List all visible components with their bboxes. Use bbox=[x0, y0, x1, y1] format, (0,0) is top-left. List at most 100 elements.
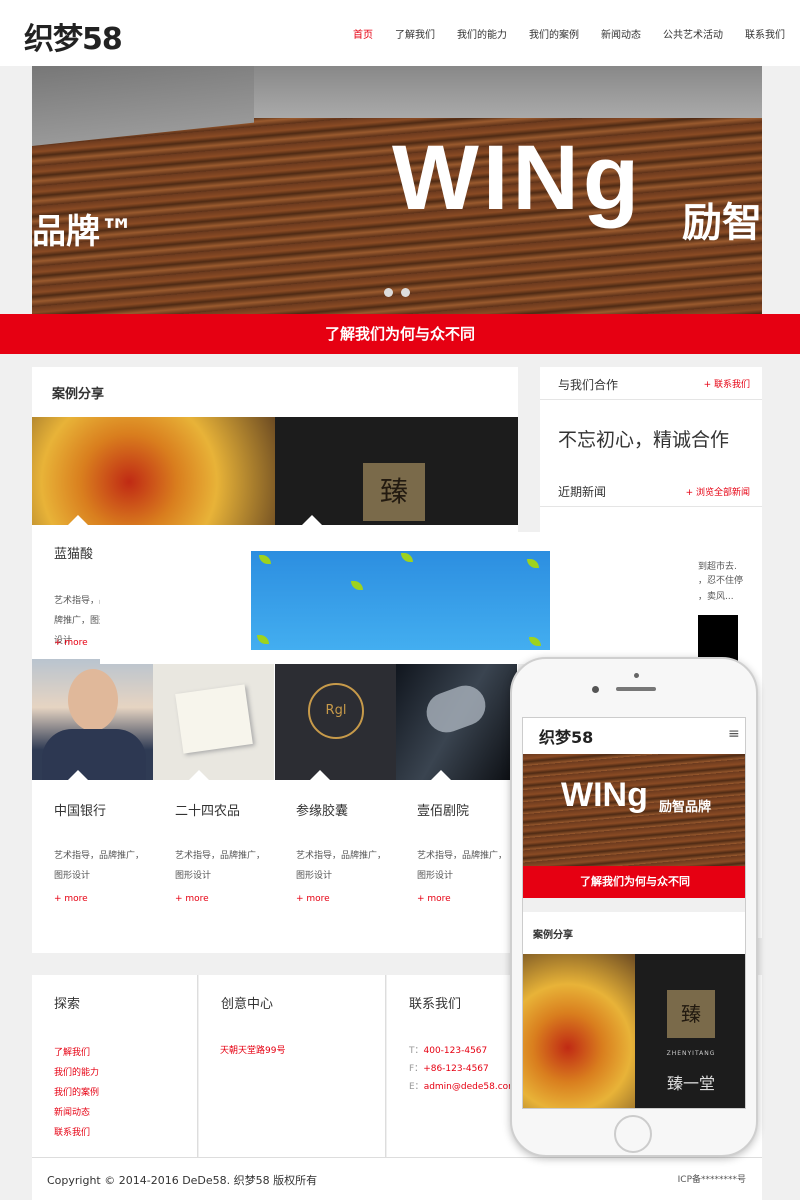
phone-camera bbox=[592, 686, 599, 693]
nav-news[interactable]: 新闻动态 bbox=[590, 26, 652, 41]
rgl-logo: Rgl bbox=[308, 683, 364, 739]
news-text-fragment: 到超市去. bbox=[698, 562, 737, 572]
case-name[interactable]: 中国银行 bbox=[54, 800, 106, 819]
case-desc: 艺术指导，品牌推广，图形设计 bbox=[417, 851, 508, 881]
banner-brand-left: 品牌™ bbox=[32, 212, 134, 252]
case-name[interactable]: 壹佰剧院 bbox=[417, 800, 469, 819]
phone-mockup: 织梦58 ≡ WINg 励智品牌 了解我们为何与众不同 案例分享 臻 ZHENY… bbox=[510, 657, 758, 1157]
nav-capabilities[interactable]: 我们的能力 bbox=[446, 26, 518, 41]
footer-email: E：admin@dede58.com bbox=[409, 1079, 517, 1092]
cooperate-title: 与我们合作 bbox=[558, 378, 619, 392]
news-text-fragment: ，卖风... bbox=[698, 592, 734, 602]
news-header: 近期新闻 + 浏览全部新闻 bbox=[540, 475, 762, 507]
case-image-yibai[interactable] bbox=[396, 659, 517, 780]
ad-popup bbox=[100, 532, 698, 664]
case-desc: 艺术指导，品牌推广，图形设计 bbox=[296, 851, 387, 881]
footer-explore-title: 探索 bbox=[54, 997, 81, 1012]
footer-address: 天朝天堂路99号 bbox=[220, 1046, 286, 1056]
portrait-face bbox=[68, 669, 118, 731]
mobile-logo[interactable]: 织梦58 bbox=[539, 724, 593, 748]
site-header: 织梦58 首页 了解我们 我们的能力 我们的案例 新闻动态 公共艺术活动 联系我… bbox=[0, 0, 800, 66]
mobile-banner[interactable]: WINg 励智品牌 bbox=[523, 754, 745, 866]
home-button bbox=[614, 1115, 652, 1153]
main-nav: 首页 了解我们 我们的能力 我们的案例 新闻动态 公共艺术活动 联系我们 bbox=[342, 26, 796, 41]
hero-banner[interactable]: 品牌™ WINg 励智 bbox=[32, 66, 762, 314]
case-image-boc[interactable] bbox=[32, 659, 153, 780]
footer-link-cases[interactable]: 我们的案例 bbox=[54, 1085, 99, 1098]
case-image-lanmao[interactable] bbox=[32, 417, 275, 525]
case-desc: 艺术指导，品牌推广，图形设计 bbox=[175, 851, 266, 881]
nav-public-art[interactable]: 公共艺术活动 bbox=[652, 26, 734, 41]
phone-sensor bbox=[634, 673, 639, 678]
seal-logo: 臻 bbox=[363, 463, 425, 521]
footer-fax: F：+86-123-4567 bbox=[409, 1061, 489, 1074]
icp-number[interactable]: ICP备********号 bbox=[678, 1172, 746, 1185]
email-value[interactable]: admin@dede58.com bbox=[424, 1082, 517, 1092]
slider-dots bbox=[384, 288, 410, 297]
banner-ceiling bbox=[32, 66, 254, 146]
footer-link-news[interactable]: 新闻动态 bbox=[54, 1105, 90, 1118]
footer-link-about[interactable]: 了解我们 bbox=[54, 1045, 90, 1058]
leaf-decoration bbox=[401, 553, 413, 562]
tile-notch bbox=[302, 515, 322, 525]
menu-icon[interactable]: ≡ bbox=[728, 726, 740, 742]
cases-title: 案例分享 bbox=[52, 387, 105, 402]
footer-creative-center: 创意中心 天朝天堂路99号 bbox=[199, 975, 386, 1157]
nav-about[interactable]: 了解我们 bbox=[384, 26, 446, 41]
tile-notch bbox=[68, 515, 88, 525]
case-more-link[interactable]: + more bbox=[54, 894, 88, 904]
footer-link-capabilities[interactable]: 我们的能力 bbox=[54, 1065, 99, 1078]
fax-value: +86-123-4567 bbox=[423, 1064, 489, 1074]
slider-dot-2[interactable] bbox=[401, 288, 410, 297]
mobile-banner-headline: WINg bbox=[561, 776, 648, 814]
tile-notch bbox=[189, 770, 209, 780]
leaf-decoration bbox=[351, 581, 363, 590]
ad-banner-image[interactable] bbox=[251, 551, 550, 650]
footer-explore: 探索 了解我们 我们的能力 我们的案例 新闻动态 联系我们 bbox=[32, 975, 198, 1157]
case-more-link[interactable]: + more bbox=[54, 638, 88, 648]
banner-headline: WINg bbox=[392, 127, 644, 229]
slider-dot-1[interactable] bbox=[384, 288, 393, 297]
leaf-decoration bbox=[257, 635, 269, 644]
mobile-banner-brand: 励智品牌 bbox=[659, 800, 712, 815]
case-name[interactable]: 蓝猫酸 bbox=[54, 543, 93, 562]
mobile-cases-title: 案例分享 bbox=[533, 930, 573, 941]
case-more-link[interactable]: + more bbox=[296, 894, 330, 904]
contact-us-link[interactable]: + 联系我们 bbox=[704, 377, 750, 390]
case-image-24nongpin[interactable] bbox=[153, 659, 274, 780]
slogan: 不忘初心，精诚合作 bbox=[558, 429, 730, 451]
footer-creative-title: 创意中心 bbox=[221, 997, 274, 1012]
book-mockup bbox=[175, 684, 253, 754]
mobile-seal-cn: 臻一堂 bbox=[666, 1074, 715, 1093]
case-image-zhenyitang[interactable]: 臻 bbox=[275, 417, 518, 525]
case-name[interactable]: 参缘胶囊 bbox=[296, 800, 348, 819]
site-logo[interactable]: 织梦58 bbox=[24, 14, 123, 58]
tel-value: 400-123-4567 bbox=[423, 1046, 488, 1056]
all-news-link[interactable]: + 浏览全部新闻 bbox=[686, 485, 750, 498]
footer-link-contact[interactable]: 联系我们 bbox=[54, 1125, 90, 1138]
phone-speaker bbox=[616, 687, 656, 691]
case-name[interactable]: 二十四农品 bbox=[175, 800, 240, 819]
cooperate-panel: 与我们合作 + 联系我们 不忘初心，精诚合作 bbox=[540, 367, 762, 475]
phone-screen: 织梦58 ≡ WINg 励智品牌 了解我们为何与众不同 案例分享 臻 ZHENY… bbox=[522, 717, 746, 1109]
tel-label: T： bbox=[409, 1046, 424, 1056]
case-desc: 艺术指导，品牌推广，图形设计 bbox=[54, 851, 145, 881]
tile-notch bbox=[68, 770, 88, 780]
mobile-about-bar[interactable]: 了解我们为何与众不同 bbox=[523, 866, 745, 898]
case-more-link[interactable]: + more bbox=[417, 894, 451, 904]
nav-home[interactable]: 首页 bbox=[342, 26, 384, 41]
mobile-seal-en: ZHENYITANG bbox=[666, 1050, 716, 1057]
case-more-link[interactable]: + more bbox=[175, 894, 209, 904]
leaf-decoration bbox=[529, 637, 541, 646]
about-banner-bar[interactable]: 了解我们为何与众不同 bbox=[0, 314, 800, 354]
nav-cases[interactable]: 我们的案例 bbox=[518, 26, 590, 41]
mobile-case-image-zhenyitang[interactable]: 臻 ZHENYITANG 臻一堂 bbox=[635, 954, 745, 1108]
fax-label: F： bbox=[409, 1064, 424, 1074]
case-image-shenyuan[interactable]: Rgl bbox=[275, 659, 396, 780]
email-label: E： bbox=[409, 1082, 424, 1092]
nav-contact[interactable]: 联系我们 bbox=[734, 26, 796, 41]
news-title: 近期新闻 bbox=[558, 485, 607, 499]
mobile-case-image-lanmao[interactable] bbox=[523, 954, 635, 1108]
copyright-text: Copyright © 2014-2016 DeDe58. 织梦58 版权所有 bbox=[47, 1174, 318, 1187]
leaf-decoration bbox=[259, 555, 271, 564]
